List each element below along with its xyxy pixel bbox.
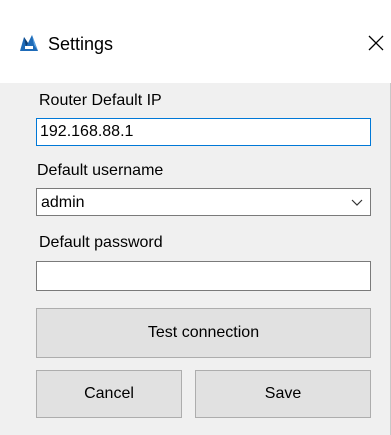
password-input[interactable] [36,261,371,291]
app-logo-icon [18,33,40,53]
username-label: Default username [37,162,164,179]
router-ip-input[interactable] [36,118,371,146]
router-ip-label: Router Default IP [39,92,162,109]
test-connection-button[interactable]: Test connection [36,308,371,358]
username-dropdown[interactable]: admin [36,188,371,216]
close-icon[interactable] [363,25,391,61]
settings-dialog: Settings Router Default IP Default usern… [0,0,391,435]
window-title: Settings [48,34,114,54]
password-label: Default password [39,234,163,251]
save-button[interactable]: Save [195,370,371,418]
settings-form: Router Default IP Default username admin… [0,83,391,435]
username-value: admin [41,194,85,211]
chevron-down-icon [350,195,364,209]
title-bar: Settings [0,0,391,83]
cancel-button[interactable]: Cancel [36,370,182,418]
